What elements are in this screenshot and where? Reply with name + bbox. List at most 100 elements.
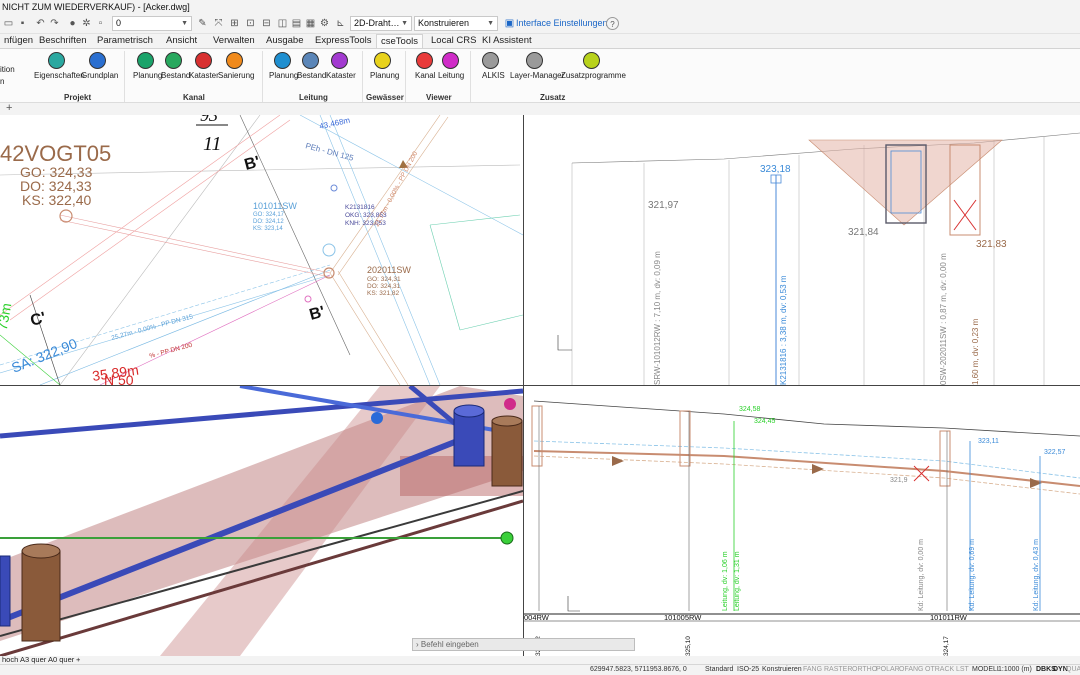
properties-icon[interactable]: ▤ bbox=[290, 17, 303, 30]
plan-drawing: 93 11 42VOGT05 GO: 324,33 DO: 324,33 KS:… bbox=[0, 115, 523, 385]
interface-icon[interactable]: ▣ bbox=[503, 17, 516, 30]
leitung-bestand-icon bbox=[302, 52, 319, 69]
kanal-sanierung-button[interactable] bbox=[226, 52, 243, 69]
kanal-bestand-button[interactable] bbox=[165, 52, 182, 69]
viewport-longitudinal[interactable]: 324,58 324,45 323,11 322,57 321,9 Leitun… bbox=[524, 386, 1080, 656]
layer-manager-button[interactable] bbox=[526, 52, 543, 69]
toggle-ofang[interactable]: OFANG bbox=[899, 665, 924, 675]
layout-tab-a0-quer[interactable]: A0 quer bbox=[48, 656, 74, 664]
layer-lock-icon[interactable]: ▫ bbox=[94, 17, 107, 30]
measure-icon[interactable]: ⊾ bbox=[334, 17, 347, 30]
toggle-ortho[interactable]: ORTHO bbox=[852, 665, 877, 675]
group-divider bbox=[362, 51, 363, 102]
viewer-leitung-button[interactable] bbox=[442, 52, 459, 69]
long-station-2: 101005RW bbox=[664, 613, 702, 622]
kanal-sanierung-label: Sanierung bbox=[218, 71, 255, 80]
profile-vlabel-2: K2131816 : 3,38 m, dv: 0,53 m bbox=[779, 275, 788, 385]
toggle-otrack[interactable]: OTRACK bbox=[925, 665, 954, 675]
grundplan-icon bbox=[89, 52, 106, 69]
viewport-3d[interactable] bbox=[0, 386, 523, 656]
tab-local-crs[interactable]: Local CRS bbox=[427, 34, 480, 48]
workspace-select[interactable]: Konstruieren ▼ bbox=[414, 16, 498, 31]
layout-tabs: hoch A3 quer A0 quer + bbox=[0, 656, 1080, 664]
layout-tab-a3-quer[interactable]: A3 quer bbox=[20, 656, 46, 664]
undo-icon[interactable]: ↶ bbox=[34, 17, 47, 30]
leitung-bestand-label: Bestand bbox=[297, 71, 327, 80]
toggle-polar[interactable]: POLAR bbox=[876, 665, 900, 675]
tab-ausgabe[interactable]: Ausgabe bbox=[262, 34, 308, 48]
viewer-kanal-button[interactable] bbox=[416, 52, 433, 69]
status-workspace[interactable]: Konstruieren bbox=[762, 665, 802, 675]
lightbulb-icon[interactable]: ● bbox=[66, 17, 79, 30]
layer-select[interactable]: 0 ▼ bbox=[112, 16, 192, 31]
3d-drawing bbox=[0, 386, 523, 656]
layer-tool-2-icon[interactable]: ⊡ bbox=[244, 17, 257, 30]
toggle-raster[interactable]: RASTER bbox=[824, 665, 852, 675]
brush-icon[interactable]: ✎ bbox=[196, 17, 209, 30]
leitung-kataster-button[interactable] bbox=[331, 52, 348, 69]
tab-csetools[interactable]: cseTools bbox=[376, 34, 423, 48]
alkis-icon bbox=[482, 52, 499, 69]
toggle-lst[interactable]: LST bbox=[956, 665, 969, 675]
plan-shaft-name: 42VOGT05 bbox=[0, 141, 111, 166]
tab-ki-assistent[interactable]: KI Assistent bbox=[478, 34, 536, 48]
sun-icon[interactable]: ✲ bbox=[80, 17, 93, 30]
status-scale[interactable]: 1:1000 (m) bbox=[998, 665, 1032, 675]
layout-tab-hoch[interactable]: hoch bbox=[2, 656, 18, 664]
open-icon[interactable]: ▭ bbox=[2, 17, 15, 30]
eigenschaften-button[interactable] bbox=[48, 52, 65, 69]
status-dimstyle[interactable]: ISO-25 bbox=[737, 665, 759, 675]
long-value-5: 321,9 bbox=[890, 477, 908, 484]
viewport-plan[interactable]: 93 11 42VOGT05 GO: 324,33 DO: 324,33 KS:… bbox=[0, 115, 523, 385]
leitung-planung-button[interactable] bbox=[274, 52, 291, 69]
save-icon[interactable]: ▪ bbox=[16, 17, 29, 30]
alkis-button[interactable] bbox=[482, 52, 499, 69]
grid-icon[interactable]: ▦ bbox=[304, 17, 317, 30]
eigenschaften-label: Eigenschaften bbox=[34, 71, 85, 80]
command-line[interactable]: › Befehl eingeben bbox=[412, 638, 635, 651]
group-label-kanal: Kanal bbox=[183, 93, 205, 102]
zusatzprogramme-button[interactable] bbox=[583, 52, 600, 69]
status-model[interactable]: MODELL bbox=[972, 665, 1001, 675]
plan-node-b-ks: KS: 321,82 bbox=[367, 290, 400, 297]
profile-drawing: 321,97 323,18 321,84 321,83 SRW-101012RW… bbox=[557, 132, 1080, 385]
tab-ansicht[interactable]: Ansicht bbox=[162, 34, 201, 48]
layer-tool-1-icon[interactable]: ⊞ bbox=[228, 17, 241, 30]
grundplan-button[interactable] bbox=[89, 52, 106, 69]
visual-style-select[interactable]: 2D-Draht… ▼ bbox=[350, 16, 412, 31]
match-icon[interactable]: ⤧ bbox=[212, 17, 225, 30]
kanal-kataster-button[interactable] bbox=[195, 52, 212, 69]
gewaesser-planung-button[interactable] bbox=[374, 52, 391, 69]
command-placeholder: Befehl eingeben bbox=[420, 640, 479, 649]
kanal-planung-icon bbox=[137, 52, 154, 69]
tab-parametrisch[interactable]: Parametrisch bbox=[93, 34, 157, 48]
group-divider bbox=[405, 51, 406, 102]
layout-tab-add[interactable]: + bbox=[76, 656, 80, 664]
long-station-val-2: 325,10 bbox=[685, 636, 692, 656]
tab-expresstools[interactable]: ExpressTools bbox=[311, 34, 376, 48]
gewaesser-planung-label: Planung bbox=[370, 71, 400, 80]
status-standard[interactable]: Standard bbox=[705, 665, 733, 675]
tab-einfuegen[interactable]: nfügen bbox=[0, 34, 37, 48]
plan-node-a-name: 101011SW bbox=[253, 201, 297, 211]
kanal-planung-button[interactable] bbox=[137, 52, 154, 69]
help-icon[interactable]: ? bbox=[606, 17, 619, 30]
layer-tool-3-icon[interactable]: ⊟ bbox=[260, 17, 273, 30]
new-document-button[interactable]: + bbox=[6, 102, 12, 114]
tab-verwalten[interactable]: Verwalten bbox=[209, 34, 259, 48]
viewer-leitung-icon bbox=[442, 52, 459, 69]
viewport-profile[interactable]: 321,97 323,18 321,84 321,83 SRW-101012RW… bbox=[524, 115, 1080, 385]
toggle-fang[interactable]: FANG bbox=[803, 665, 822, 675]
leitung-bestand-button[interactable] bbox=[302, 52, 319, 69]
interface-settings-link[interactable]: Interface Einstellungen bbox=[516, 17, 608, 30]
redo-icon[interactable]: ↷ bbox=[48, 17, 61, 30]
settings-icon[interactable]: ⚙ bbox=[318, 17, 331, 30]
group-divider bbox=[470, 51, 471, 102]
layer-tool-4-icon[interactable]: ◫ bbox=[276, 17, 289, 30]
chevron-down-icon: ▼ bbox=[181, 20, 188, 27]
toggle-quad[interactable]: QUAD bbox=[1066, 665, 1080, 675]
leitung-planung-icon bbox=[274, 52, 291, 69]
tab-beschriften[interactable]: Beschriften bbox=[35, 34, 91, 48]
plan-node-b-go: GO: 324,31 bbox=[367, 276, 401, 283]
alkis-label: ALKIS bbox=[482, 71, 505, 80]
